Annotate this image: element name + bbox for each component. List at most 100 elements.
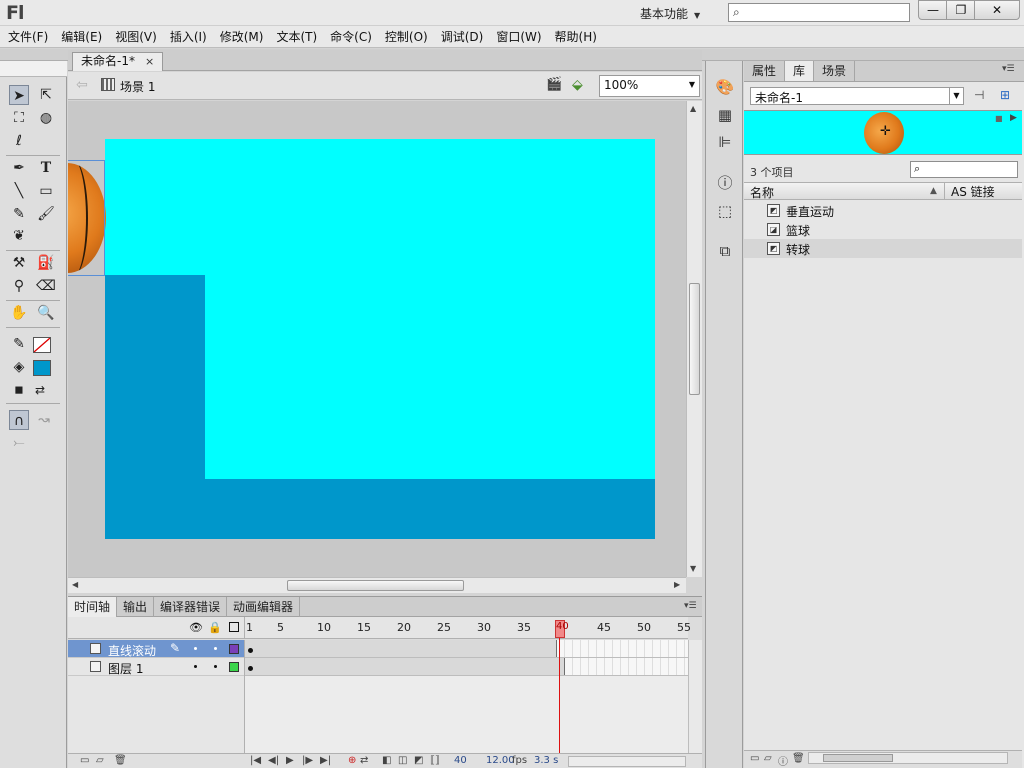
scroll-left-icon[interactable]: ◀ (72, 580, 78, 589)
frame-ruler[interactable]: 1 5 10 15 20 25 30 35 40 45 50 55 (244, 617, 691, 639)
eraser-icon[interactable]: ⌫ (36, 276, 56, 296)
last-frame-icon[interactable]: ▶| (320, 755, 331, 766)
close-window-button[interactable]: ✕ (974, 0, 1020, 20)
scroll-thumb[interactable] (823, 754, 893, 762)
new-library-icon[interactable]: ⊞ (1000, 88, 1010, 102)
straighten-icon[interactable]: ⤚ (9, 433, 29, 453)
onion-skin-icon[interactable]: ◧ (382, 755, 391, 766)
rectangle-icon[interactable]: ▭ (36, 181, 56, 201)
first-frame-icon[interactable]: |◀ (250, 755, 261, 766)
align-icon[interactable]: ⊫ (715, 132, 735, 152)
scroll-down-icon[interactable]: ▼ (690, 564, 696, 573)
edit-multiple-icon[interactable]: ◩ (414, 755, 423, 766)
column-as-linkage[interactable]: AS 链接 (944, 183, 995, 200)
properties-icon[interactable]: ⓘ (778, 753, 788, 768)
next-frame-icon[interactable]: |▶ (302, 755, 313, 766)
menu-commands[interactable]: 命令(C) (326, 28, 376, 45)
black-white-icon[interactable]: ◼ (9, 380, 29, 400)
tools-header[interactable] (0, 61, 67, 77)
tab-scene[interactable]: 场景 (814, 61, 856, 81)
delete-layer-icon[interactable]: 🗑 (114, 755, 127, 766)
panel-menu-icon[interactable]: ▾☰ (684, 601, 697, 611)
menu-window[interactable]: 窗口(W) (492, 28, 545, 45)
lock-icon[interactable]: 🔒 (208, 621, 222, 634)
fill-color-swatch[interactable] (33, 360, 51, 376)
column-name[interactable]: 名称 (750, 184, 774, 201)
menu-view[interactable]: 视图(V) (111, 28, 161, 45)
frame-hscrollbar[interactable] (568, 756, 686, 767)
tab-compiler-errors[interactable]: 编译器错误 (154, 597, 228, 617)
fill-color-icon[interactable]: ◈ (9, 357, 29, 377)
library-item[interactable]: ◩ 转球 (744, 239, 1022, 258)
keyframe[interactable] (248, 666, 253, 671)
components-icon[interactable]: ⧉ (715, 241, 735, 261)
timeline-vertical-scrollbar[interactable] (688, 640, 702, 753)
snap-icon[interactable]: ∩ (9, 410, 29, 430)
library-item[interactable]: ◩ 垂直运动 (744, 201, 1022, 220)
edit-symbols-icon[interactable]: ⬙ (572, 77, 592, 95)
play-icon[interactable]: ▶ (286, 755, 294, 766)
frame-rate[interactable]: 12.00 (486, 755, 515, 766)
frame-row[interactable] (245, 658, 688, 676)
color-palette-icon[interactable]: 🎨 (715, 77, 735, 97)
frame-row[interactable] (245, 640, 688, 658)
tab-properties[interactable]: 属性 (744, 61, 786, 81)
scroll-right-icon[interactable]: ▶ (674, 580, 680, 589)
prev-frame-icon[interactable]: ◀| (268, 755, 279, 766)
text-icon[interactable]: T (36, 158, 56, 178)
panel-menu-icon[interactable]: ▾☰ (1002, 64, 1015, 74)
library-item[interactable]: ◪ 篮球 (744, 220, 1022, 239)
blue-shape-vertical[interactable] (105, 275, 205, 539)
current-frame[interactable]: 40 (454, 755, 467, 766)
transform-icon[interactable]: ⬚ (715, 201, 735, 221)
stage-vertical-scrollbar[interactable]: ▲ ▼ (686, 101, 702, 577)
stage-horizontal-scrollbar[interactable]: ◀ ▶ (68, 577, 686, 593)
pen-icon[interactable]: ✒ (9, 158, 29, 178)
menu-text[interactable]: 文本(T) (272, 28, 321, 45)
free-transform-icon[interactable]: ⛶ (9, 108, 29, 128)
visibility-dot[interactable] (194, 647, 197, 650)
new-folder-icon[interactable]: ▱ (764, 753, 772, 764)
scroll-thumb[interactable] (689, 283, 700, 395)
selection-arrow-icon[interactable]: ➤ (9, 85, 29, 105)
deco-icon[interactable]: ❦ (9, 226, 29, 246)
minimize-button[interactable]: — (918, 0, 948, 20)
loop-icon[interactable]: ⇄ (360, 755, 368, 766)
edit-scene-icon[interactable]: 🎬 (546, 77, 566, 95)
pencil-icon[interactable]: ✎ (9, 204, 29, 224)
scene-breadcrumb[interactable]: 场景 1 (120, 78, 155, 95)
keyframe[interactable] (248, 648, 253, 653)
tab-timeline[interactable]: 时间轴 (68, 597, 118, 617)
onion-markers-icon[interactable]: ⟦⟧ (430, 755, 440, 766)
zoom-icon[interactable]: 🔍 (36, 303, 56, 323)
bone-icon[interactable]: ⚒ (9, 253, 29, 273)
paint-bucket-icon[interactable]: ⛽ (36, 253, 56, 273)
brush-icon[interactable]: 🖌 (36, 204, 56, 224)
subselection-icon[interactable]: ⇱ (36, 85, 56, 105)
maximize-button[interactable]: ❐ (946, 0, 976, 20)
frame-span[interactable] (245, 640, 557, 657)
menu-insert[interactable]: 插入(I) (166, 28, 211, 45)
info-icon[interactable]: ⓘ (715, 173, 735, 193)
tab-motion-editor[interactable]: 动画编辑器 (227, 597, 301, 617)
zoom-select[interactable]: 100% ▼ (599, 75, 700, 97)
scroll-thumb[interactable] (287, 580, 464, 591)
delete-icon[interactable]: 🗑 (792, 753, 805, 764)
lock-dot[interactable] (214, 647, 217, 650)
pin-icon[interactable]: ⊣ (974, 88, 984, 102)
back-arrow-icon[interactable]: ⇦ (76, 77, 88, 93)
tab-output[interactable]: 输出 (117, 597, 155, 617)
swatches-icon[interactable]: ▦ (715, 105, 735, 125)
3d-rotation-icon[interactable]: ◍ (36, 108, 56, 128)
eyedropper-icon[interactable]: ⚲ (9, 276, 29, 296)
outline-icon[interactable] (229, 622, 239, 632)
new-folder-icon[interactable]: ▱ (96, 755, 104, 766)
line-icon[interactable]: ╲ (9, 181, 29, 201)
menu-file[interactable]: 文件(F) (4, 28, 52, 45)
visibility-dot[interactable] (194, 665, 197, 668)
library-search-input[interactable]: ⌕ (910, 161, 1018, 178)
workspace-switcher[interactable]: 基本功能 ▼ (634, 3, 706, 22)
lock-dot[interactable] (214, 665, 217, 668)
new-layer-icon[interactable]: ▭ (80, 755, 89, 766)
new-symbol-icon[interactable]: ▭ (750, 753, 759, 764)
